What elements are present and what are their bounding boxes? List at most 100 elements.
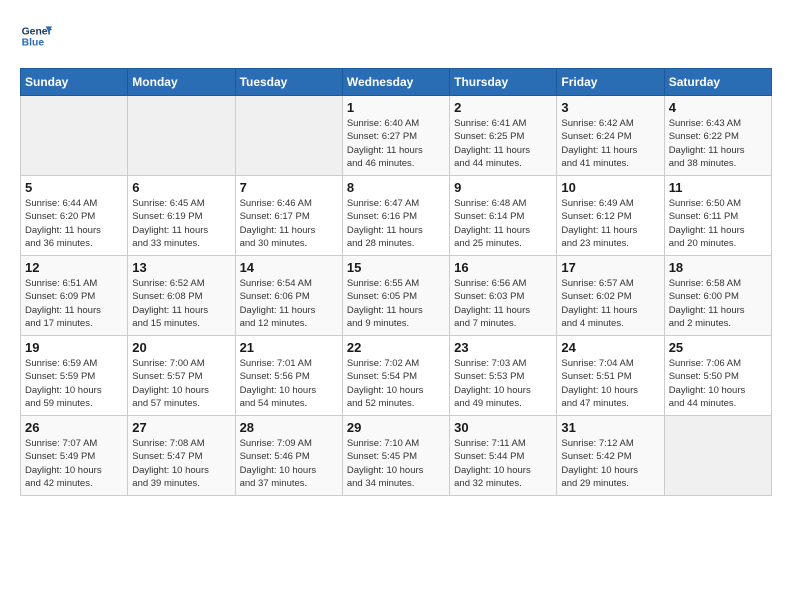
day-number: 23 [454, 340, 552, 355]
day-number: 19 [25, 340, 123, 355]
calendar-cell: 29Sunrise: 7:10 AM Sunset: 5:45 PM Dayli… [342, 416, 449, 496]
day-info: Sunrise: 6:48 AM Sunset: 6:14 PM Dayligh… [454, 197, 552, 250]
day-number: 16 [454, 260, 552, 275]
day-number: 26 [25, 420, 123, 435]
day-info: Sunrise: 7:09 AM Sunset: 5:46 PM Dayligh… [240, 437, 338, 490]
weekday-header-sunday: Sunday [21, 69, 128, 96]
day-number: 1 [347, 100, 445, 115]
day-number: 25 [669, 340, 767, 355]
weekday-header-row: SundayMondayTuesdayWednesdayThursdayFrid… [21, 69, 772, 96]
calendar-cell: 3 Sunrise: 6:42 AM Sunset: 6:24 PM Daylig… [557, 96, 664, 176]
calendar-cell: 1 Sunrise: 6:40 AM Sunset: 6:27 PM Daylig… [342, 96, 449, 176]
day-info: Sunrise: 6:40 AM Sunset: 6:27 PM Dayligh… [347, 117, 445, 170]
day-number: 18 [669, 260, 767, 275]
day-number: 9 [454, 180, 552, 195]
weekday-header-saturday: Saturday [664, 69, 771, 96]
day-number: 15 [347, 260, 445, 275]
calendar-cell: 13Sunrise: 6:52 AM Sunset: 6:08 PM Dayli… [128, 256, 235, 336]
day-number: 13 [132, 260, 230, 275]
day-number: 10 [561, 180, 659, 195]
week-row-5: 26 Sunrise: 7:07 AM Sunset: 5:49 PM Dayli… [21, 416, 772, 496]
day-info: Sunrise: 6:57 AM Sunset: 6:02 PM Dayligh… [561, 277, 659, 330]
day-number: 6 [132, 180, 230, 195]
calendar-cell: 17 Sunrise: 6:57 AM Sunset: 6:02 PM Dayli… [557, 256, 664, 336]
calendar-cell: 28 Sunrise: 7:09 AM Sunset: 5:46 PM Dayli… [235, 416, 342, 496]
calendar-cell: 8Sunrise: 6:47 AM Sunset: 6:16 PM Daylig… [342, 176, 449, 256]
calendar-cell: 11Sunrise: 6:50 AM Sunset: 6:11 PM Dayli… [664, 176, 771, 256]
calendar-cell [664, 416, 771, 496]
day-info: Sunrise: 6:44 AM Sunset: 6:20 PM Dayligh… [25, 197, 123, 250]
day-info: Sunrise: 6:55 AM Sunset: 6:05 PM Dayligh… [347, 277, 445, 330]
page-header: General Blue [20, 20, 772, 52]
svg-text:Blue: Blue [22, 38, 45, 49]
logo-icon: General Blue [20, 20, 52, 52]
calendar-cell: 5 Sunrise: 6:44 AM Sunset: 6:20 PM Daylig… [21, 176, 128, 256]
calendar-cell: 18 Sunrise: 6:58 AM Sunset: 6:00 PM Dayli… [664, 256, 771, 336]
day-number: 4 [669, 100, 767, 115]
day-info: Sunrise: 6:51 AM Sunset: 6:09 PM Dayligh… [25, 277, 123, 330]
day-info: Sunrise: 7:12 AM Sunset: 5:42 PM Dayligh… [561, 437, 659, 490]
calendar-cell: 9 Sunrise: 6:48 AM Sunset: 6:14 PM Daylig… [450, 176, 557, 256]
day-info: Sunrise: 7:03 AM Sunset: 5:53 PM Dayligh… [454, 357, 552, 410]
day-number: 5 [25, 180, 123, 195]
calendar-cell: 2 Sunrise: 6:41 AM Sunset: 6:25 PM Daylig… [450, 96, 557, 176]
day-info: Sunrise: 7:04 AM Sunset: 5:51 PM Dayligh… [561, 357, 659, 410]
day-number: 31 [561, 420, 659, 435]
day-info: Sunrise: 7:00 AM Sunset: 5:57 PM Dayligh… [132, 357, 230, 410]
weekday-header-monday: Monday [128, 69, 235, 96]
calendar-cell: 26 Sunrise: 7:07 AM Sunset: 5:49 PM Dayli… [21, 416, 128, 496]
day-number: 30 [454, 420, 552, 435]
week-row-3: 12 Sunrise: 6:51 AM Sunset: 6:09 PM Dayli… [21, 256, 772, 336]
day-info: Sunrise: 7:06 AM Sunset: 5:50 PM Dayligh… [669, 357, 767, 410]
day-info: Sunrise: 7:08 AM Sunset: 5:47 PM Dayligh… [132, 437, 230, 490]
calendar-cell: 23 Sunrise: 7:03 AM Sunset: 5:53 PM Dayli… [450, 336, 557, 416]
day-info: Sunrise: 6:47 AM Sunset: 6:16 PM Dayligh… [347, 197, 445, 250]
calendar-cell: 6Sunrise: 6:45 AM Sunset: 6:19 PM Daylig… [128, 176, 235, 256]
calendar-cell: 10Sunrise: 6:49 AM Sunset: 6:12 PM Dayli… [557, 176, 664, 256]
calendar-cell: 31 Sunrise: 7:12 AM Sunset: 5:42 PM Dayli… [557, 416, 664, 496]
day-info: Sunrise: 7:02 AM Sunset: 5:54 PM Dayligh… [347, 357, 445, 410]
day-number: 2 [454, 100, 552, 115]
calendar-cell: 7Sunrise: 6:46 AM Sunset: 6:17 PM Daylig… [235, 176, 342, 256]
day-number: 14 [240, 260, 338, 275]
calendar-cell: 24 Sunrise: 7:04 AM Sunset: 5:51 PM Dayli… [557, 336, 664, 416]
weekday-header-friday: Friday [557, 69, 664, 96]
day-number: 21 [240, 340, 338, 355]
day-info: Sunrise: 6:58 AM Sunset: 6:00 PM Dayligh… [669, 277, 767, 330]
day-number: 12 [25, 260, 123, 275]
weekday-header-wednesday: Wednesday [342, 69, 449, 96]
calendar-cell: 22 Sunrise: 7:02 AM Sunset: 5:54 PM Dayli… [342, 336, 449, 416]
day-info: Sunrise: 6:41 AM Sunset: 6:25 PM Dayligh… [454, 117, 552, 170]
day-info: Sunrise: 6:59 AM Sunset: 5:59 PM Dayligh… [25, 357, 123, 410]
day-info: Sunrise: 6:56 AM Sunset: 6:03 PM Dayligh… [454, 277, 552, 330]
day-info: Sunrise: 7:01 AM Sunset: 5:56 PM Dayligh… [240, 357, 338, 410]
weekday-header-thursday: Thursday [450, 69, 557, 96]
day-number: 22 [347, 340, 445, 355]
day-info: Sunrise: 6:43 AM Sunset: 6:22 PM Dayligh… [669, 117, 767, 170]
calendar-cell: 12 Sunrise: 6:51 AM Sunset: 6:09 PM Dayli… [21, 256, 128, 336]
week-row-1: 1 Sunrise: 6:40 AM Sunset: 6:27 PM Daylig… [21, 96, 772, 176]
day-info: Sunrise: 7:10 AM Sunset: 5:45 PM Dayligh… [347, 437, 445, 490]
day-info: Sunrise: 6:42 AM Sunset: 6:24 PM Dayligh… [561, 117, 659, 170]
calendar-cell: 14 Sunrise: 6:54 AM Sunset: 6:06 PM Dayli… [235, 256, 342, 336]
day-number: 7 [240, 180, 338, 195]
calendar-cell: 4 Sunrise: 6:43 AM Sunset: 6:22 PM Daylig… [664, 96, 771, 176]
logo: General Blue [20, 20, 52, 52]
day-info: Sunrise: 6:50 AM Sunset: 6:11 PM Dayligh… [669, 197, 767, 250]
calendar-table: SundayMondayTuesdayWednesdayThursdayFrid… [20, 68, 772, 496]
week-row-4: 19 Sunrise: 6:59 AM Sunset: 5:59 PM Dayli… [21, 336, 772, 416]
day-info: Sunrise: 6:54 AM Sunset: 6:06 PM Dayligh… [240, 277, 338, 330]
calendar-cell: 30 Sunrise: 7:11 AM Sunset: 5:44 PM Dayli… [450, 416, 557, 496]
calendar-cell [128, 96, 235, 176]
day-info: Sunrise: 7:11 AM Sunset: 5:44 PM Dayligh… [454, 437, 552, 490]
day-number: 3 [561, 100, 659, 115]
day-number: 27 [132, 420, 230, 435]
day-number: 17 [561, 260, 659, 275]
calendar-cell [21, 96, 128, 176]
day-number: 24 [561, 340, 659, 355]
calendar-cell: 25 Sunrise: 7:06 AM Sunset: 5:50 PM Dayli… [664, 336, 771, 416]
calendar-cell: 27 Sunrise: 7:08 AM Sunset: 5:47 PM Dayli… [128, 416, 235, 496]
day-number: 28 [240, 420, 338, 435]
day-info: Sunrise: 7:07 AM Sunset: 5:49 PM Dayligh… [25, 437, 123, 490]
calendar-cell: 19 Sunrise: 6:59 AM Sunset: 5:59 PM Dayli… [21, 336, 128, 416]
